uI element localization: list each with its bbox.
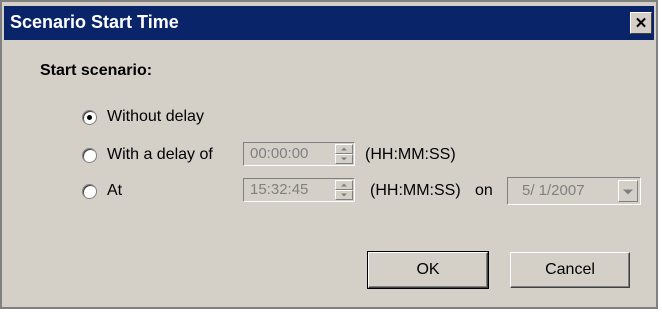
option-at-label: At — [107, 182, 123, 199]
delay-time-spinner[interactable]: 00:00:00 — [243, 142, 355, 166]
scenario-start-time-dialog: Scenario Start Time ✕ Start scenario: Wi… — [0, 0, 658, 309]
delay-spin-up-button[interactable] — [335, 144, 353, 154]
at-time-value: 15:32:45 — [250, 181, 309, 198]
on-label: on — [475, 182, 493, 199]
at-spin-down-button[interactable] — [335, 190, 353, 200]
radio-with-delay[interactable] — [82, 147, 97, 163]
spin-down-icon — [341, 193, 347, 197]
option-with-delay-label: With a delay of — [107, 146, 213, 163]
delay-spin-down-button[interactable] — [335, 154, 353, 164]
date-dropdown-button[interactable] — [618, 180, 638, 202]
delay-format-label: (HH:MM:SS) — [365, 146, 456, 163]
option-without-delay-label: Without delay — [107, 108, 204, 125]
window-title: Scenario Start Time — [10, 12, 179, 32]
start-scenario-label: Start scenario: — [40, 62, 153, 79]
option-at[interactable]: At — [82, 180, 122, 202]
date-picker[interactable]: 5/ 1/2007 — [507, 177, 641, 205]
radio-at[interactable] — [82, 183, 97, 199]
spin-down-icon — [341, 157, 347, 161]
cancel-button[interactable]: Cancel — [510, 252, 630, 288]
ok-button[interactable]: OK — [367, 251, 489, 289]
at-format-label: (HH:MM:SS) — [370, 182, 461, 199]
spin-up-icon — [341, 183, 347, 187]
at-time-spinner[interactable]: 15:32:45 — [243, 178, 355, 202]
option-without-delay[interactable]: Without delay — [82, 106, 204, 128]
at-spin-up-button[interactable] — [335, 180, 353, 190]
close-icon[interactable]: ✕ — [630, 12, 652, 34]
date-value: 5/ 1/2007 — [522, 182, 585, 199]
delay-time-value: 00:00:00 — [250, 145, 309, 162]
radio-without-delay[interactable] — [82, 109, 97, 125]
option-with-delay[interactable]: With a delay of — [82, 144, 213, 166]
chevron-down-icon — [623, 189, 633, 195]
title-bar[interactable]: Scenario Start Time ✕ — [4, 6, 654, 40]
spin-up-icon — [341, 147, 347, 151]
